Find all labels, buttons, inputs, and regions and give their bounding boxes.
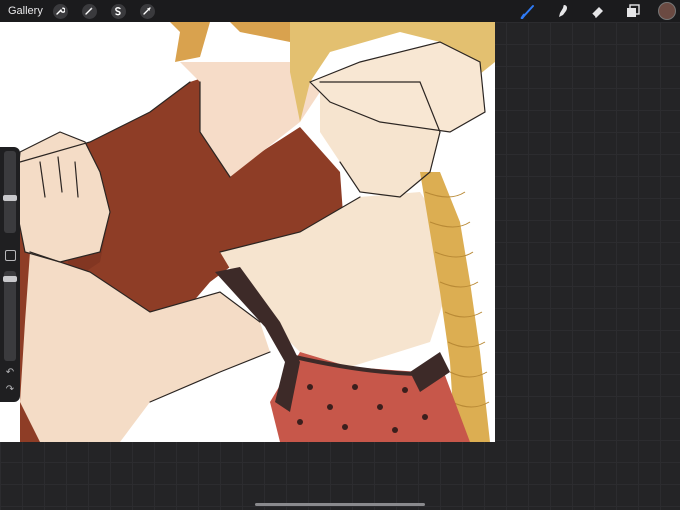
layers-icon[interactable] — [623, 1, 643, 21]
smudge-icon[interactable] — [553, 1, 573, 21]
selection-icon[interactable] — [110, 3, 126, 19]
artwork — [14, 22, 495, 442]
modify-button[interactable] — [5, 250, 16, 261]
drawing-canvas[interactable] — [0, 22, 495, 442]
color-picker-swatch[interactable] — [658, 2, 676, 20]
opacity-slider[interactable] — [3, 271, 17, 361]
eraser-icon[interactable] — [588, 1, 608, 21]
right-toolbar — [503, 0, 676, 22]
top-toolbar: Gallery — [0, 0, 680, 22]
brush-size-slider[interactable] — [3, 151, 17, 233]
opacity-thumb[interactable] — [3, 276, 17, 282]
wrench-icon[interactable] — [52, 3, 68, 19]
brush-icon[interactable] — [518, 1, 538, 21]
transform-icon[interactable] — [139, 3, 155, 19]
gallery-button[interactable]: Gallery — [8, 5, 43, 17]
brush-size-thumb[interactable] — [3, 195, 17, 201]
brush-sidebar: ↶ ↷ — [0, 147, 20, 402]
redo-icon[interactable]: ↷ — [4, 384, 16, 396]
magic-wand-icon[interactable] — [81, 3, 97, 19]
home-indicator[interactable] — [255, 503, 425, 506]
undo-icon[interactable]: ↶ — [4, 367, 16, 379]
